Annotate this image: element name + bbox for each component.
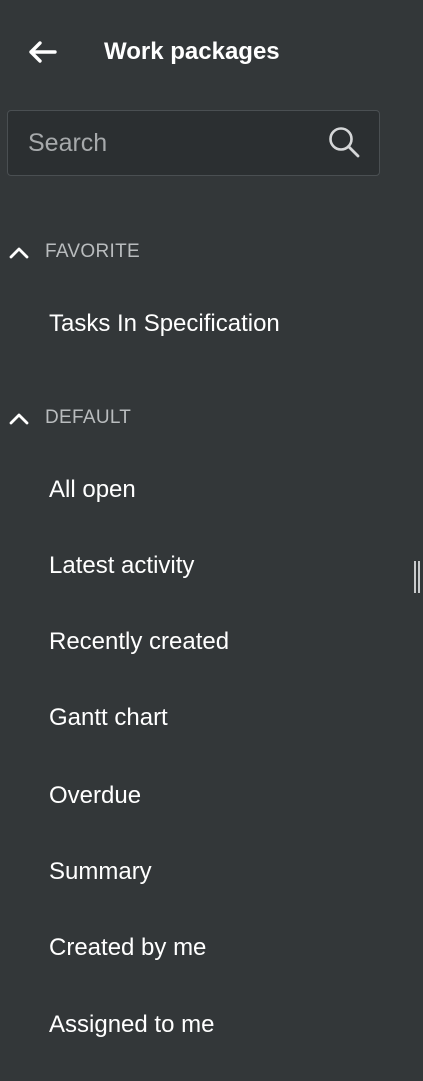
menu-item-tasks-in-specification[interactable]: Tasks In Specification xyxy=(0,296,410,352)
menu-item-label: Created by me xyxy=(49,934,207,961)
menu-item-created-by-me[interactable]: Created by me xyxy=(0,920,410,976)
chevron-up-icon xyxy=(9,247,29,259)
menu-item-label: Gantt chart xyxy=(49,704,168,731)
section-label-favorite: FAVORITE xyxy=(45,241,140,262)
sidebar-resize-handle[interactable] xyxy=(414,561,420,593)
menu-item-label: Summary xyxy=(49,858,152,885)
menu-item-assigned-to-me[interactable]: Assigned to me xyxy=(0,997,410,1053)
menu-item-summary[interactable]: Summary xyxy=(0,844,410,900)
menu-item-recently-created[interactable]: Recently created xyxy=(0,614,410,670)
search-input[interactable] xyxy=(28,111,318,175)
work-packages-sidebar: Work packages FAVORITE Tasks In Specific… xyxy=(0,0,423,1081)
arrow-left-icon xyxy=(29,41,57,63)
search-box xyxy=(7,110,380,176)
search-icon[interactable] xyxy=(327,125,361,159)
menu-item-gantt-chart[interactable]: Gantt chart xyxy=(0,690,410,746)
menu-item-latest-activity[interactable]: Latest activity xyxy=(0,538,410,594)
menu-item-label: Assigned to me xyxy=(49,1011,215,1038)
sidebar-header: Work packages xyxy=(0,0,423,104)
menu-item-overdue[interactable]: Overdue xyxy=(0,768,410,824)
back-button[interactable] xyxy=(22,34,62,70)
menu-item-label: Latest activity xyxy=(49,552,195,579)
chevron-up-icon xyxy=(9,413,29,425)
section-header-default[interactable]: DEFAULT xyxy=(0,401,423,435)
menu-item-label: All open xyxy=(49,476,136,503)
section-label-default: DEFAULT xyxy=(45,407,132,428)
menu-item-label: Overdue xyxy=(49,782,142,809)
menu-item-all-open[interactable]: All open xyxy=(0,462,410,518)
menu-item-label: Tasks In Specification xyxy=(49,310,280,337)
page-title: Work packages xyxy=(104,38,280,65)
section-header-favorite[interactable]: FAVORITE xyxy=(0,235,423,269)
menu-item-label: Recently created xyxy=(49,628,230,655)
